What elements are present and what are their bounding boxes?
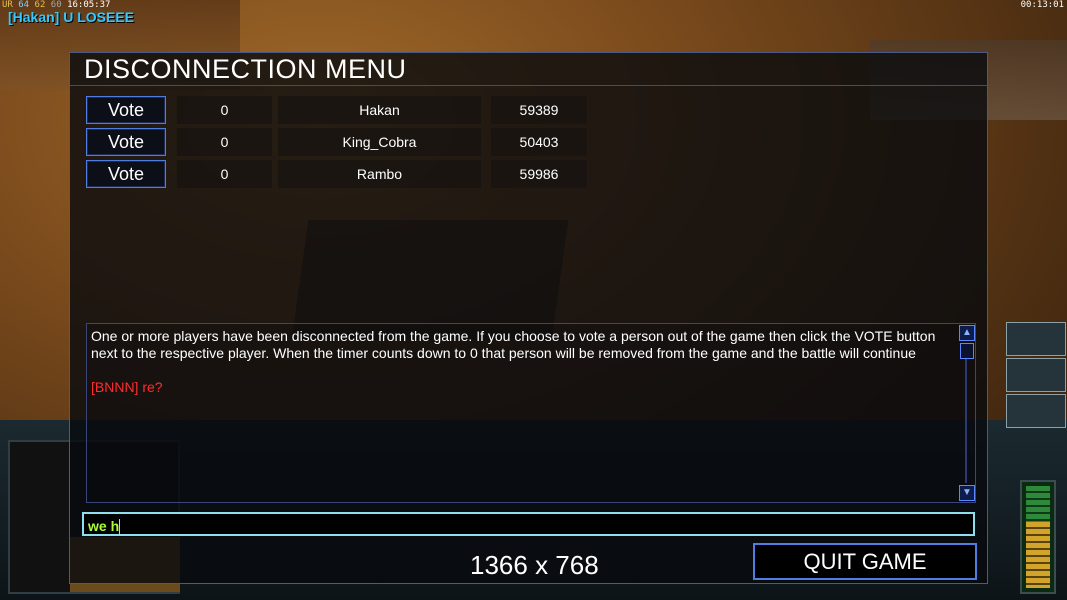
game-timer: 00:13:01	[1020, 0, 1064, 10]
player-tag: [Hakan] U LOSEEE	[8, 9, 135, 25]
vote-button[interactable]: Vote	[86, 96, 166, 124]
chat-message: [BNNN] re?	[91, 379, 163, 395]
info-message: One or more players have been disconnect…	[91, 328, 936, 361]
sidebar-unit-button-2[interactable]	[1006, 358, 1066, 392]
chat-input-text: we h	[88, 518, 120, 534]
scroll-thumb[interactable]	[960, 343, 974, 359]
sidebar-unit-button-3[interactable]	[1006, 394, 1066, 428]
page-title: DISCONNECTION MENU	[84, 54, 407, 84]
vote-button[interactable]: Vote	[86, 128, 166, 156]
player-ping: 50403	[491, 128, 587, 156]
player-ping: 59389	[491, 96, 587, 124]
quit-game-button[interactable]: QUIT GAME	[753, 543, 977, 580]
power-gauge	[1020, 480, 1056, 594]
text-caret	[119, 519, 121, 536]
disconnection-menu: DISCONNECTION MENU Vote 0 Hakan 59389 Vo…	[69, 52, 988, 584]
power-gauge-green	[1026, 486, 1050, 526]
scroll-up-button[interactable]: ▲	[959, 325, 975, 341]
chat-input[interactable]: we h	[82, 512, 975, 536]
scroll-track[interactable]	[965, 359, 967, 483]
vote-count: 0	[177, 96, 272, 124]
message-log: One or more players have been disconnect…	[86, 323, 976, 503]
power-gauge-fill	[1026, 522, 1050, 588]
player-name: Rambo	[278, 160, 481, 188]
sidebar-unit-button-1[interactable]	[1006, 322, 1066, 356]
vote-count: 0	[177, 160, 272, 188]
vote-button[interactable]: Vote	[86, 160, 166, 188]
vote-count: 0	[177, 128, 272, 156]
scroll-down-button[interactable]: ▼	[959, 485, 975, 501]
title-divider	[70, 85, 987, 86]
player-name: King_Cobra	[278, 128, 481, 156]
player-name: Hakan	[278, 96, 481, 124]
player-ping: 59986	[491, 160, 587, 188]
resolution-label: 1366 x 768	[470, 550, 599, 580]
